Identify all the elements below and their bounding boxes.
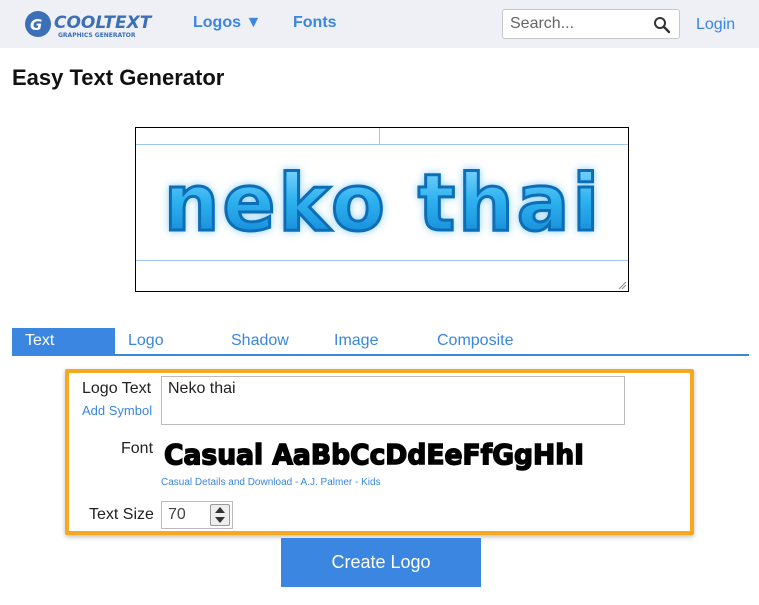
nav-fonts-link[interactable]: Fonts (293, 14, 337, 32)
decrement-arrow-icon[interactable] (211, 515, 229, 525)
text-size-input[interactable] (162, 502, 208, 528)
tab-shadow[interactable]: Shadow (231, 328, 289, 354)
tab-text[interactable]: Text (12, 328, 115, 354)
tab-logo[interactable]: Logo (128, 328, 164, 354)
link-separator: - (292, 477, 301, 488)
logo-text-input[interactable]: Neko thai (161, 376, 625, 425)
search-input[interactable] (503, 10, 648, 38)
link-separator: - (352, 477, 362, 488)
font-info-links: Casual Details and Download - A.J. Palme… (161, 477, 381, 488)
search-icon[interactable] (653, 16, 671, 34)
logo-preview-image: neko thai (162, 158, 602, 251)
tab-composite[interactable]: Composite (437, 328, 513, 354)
guide-line-center (379, 128, 380, 145)
guide-line-top (136, 144, 628, 145)
nav-logos-dropdown[interactable]: Logos ▼ (193, 14, 261, 32)
resize-handle-icon[interactable] (618, 281, 627, 290)
text-size-label: Text Size (89, 506, 154, 523)
search-box (502, 9, 680, 39)
increment-arrow-icon[interactable] (211, 505, 229, 515)
svg-text:neko thai: neko thai (164, 159, 602, 249)
guide-line-bottom (136, 260, 628, 261)
svg-text:G: G (30, 16, 42, 34)
editor-tabs: Text Logo Shadow Image Composite (12, 328, 749, 356)
svg-text:Casual AaBbCcDdEeFfGgHhI: Casual AaBbCcDdEeFfGgHhI (164, 438, 584, 471)
font-label: Font (121, 440, 154, 457)
text-settings-panel: Logo Text Add Symbol Neko thai Font Casu… (65, 369, 694, 535)
page-title: Easy Text Generator (12, 65, 225, 90)
top-navigation-bar: G COOLTEXT GRAPHICS GENERATOR Logos ▼ Fo… (0, 0, 759, 48)
svg-text:COOLTEXT: COOLTEXT (54, 13, 153, 33)
cooltext-logo[interactable]: G COOLTEXT GRAPHICS GENERATOR (24, 9, 172, 39)
svg-text:GRAPHICS GENERATOR: GRAPHICS GENERATOR (58, 32, 136, 39)
font-details-link[interactable]: Casual Details and Download (161, 477, 292, 488)
font-selector-preview[interactable]: Casual AaBbCcDdEeFfGgHhI (164, 433, 604, 473)
font-category-link[interactable]: Kids (361, 477, 380, 488)
font-author-link[interactable]: A.J. Palmer (301, 477, 353, 488)
tab-image[interactable]: Image (334, 328, 378, 354)
create-logo-button[interactable]: Create Logo (281, 538, 481, 587)
logo-preview-canvas[interactable]: neko thai (135, 127, 629, 292)
text-size-spinner (210, 504, 230, 526)
add-symbol-link[interactable]: Add Symbol (82, 403, 152, 418)
logo-text-label: Logo Text (82, 380, 152, 397)
text-size-field (161, 501, 233, 529)
login-link[interactable]: Login (696, 16, 735, 34)
